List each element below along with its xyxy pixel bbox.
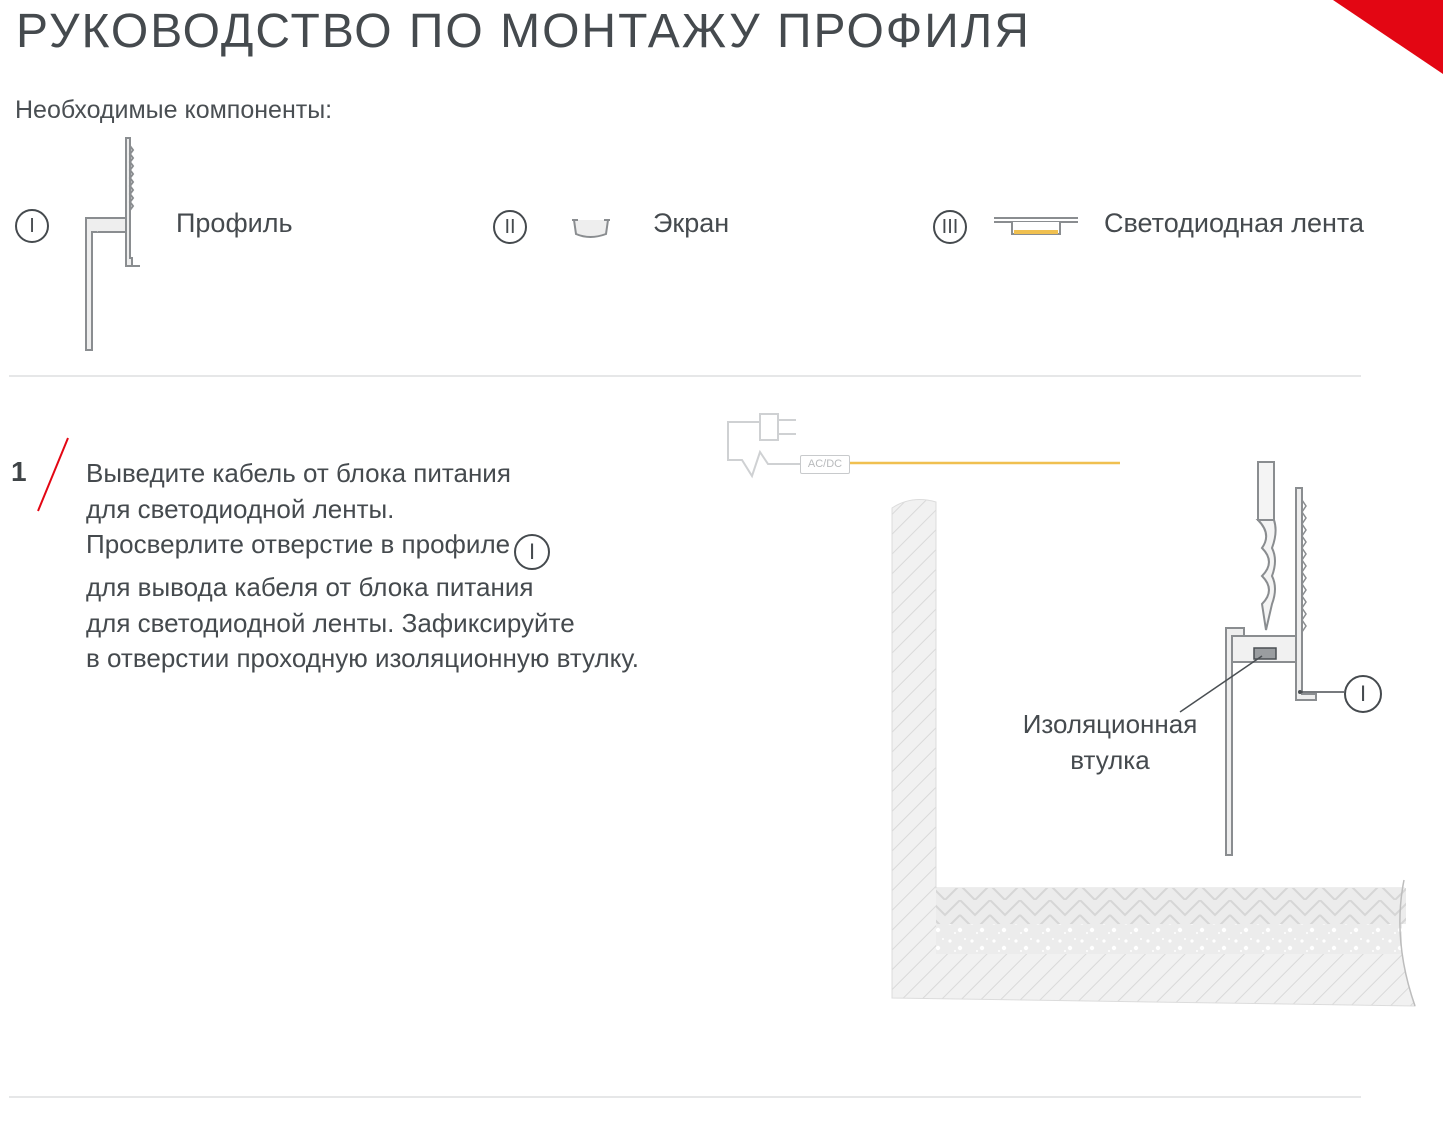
step-line: Просверлите отверстие в профиле I xyxy=(86,527,639,570)
step-number: 1 xyxy=(11,456,27,487)
floor-screed-layer xyxy=(936,924,1402,954)
components-heading: Необходимые компоненты: xyxy=(15,96,333,124)
power-supply-label: AC/DC xyxy=(800,455,850,474)
section-divider xyxy=(9,375,1361,377)
component-2-badge: II xyxy=(493,210,527,244)
component-2-label: Экран xyxy=(653,208,730,238)
step-line: в отверстии проходную изоляционную втулк… xyxy=(86,643,639,673)
floor-tile-layer xyxy=(936,888,1406,924)
component-1-badge: I xyxy=(15,209,49,243)
profile-ref-badge: I xyxy=(1344,675,1382,713)
component-3-badge: III xyxy=(933,210,967,244)
step-instructions: Выведите кабель от блока питания для све… xyxy=(86,456,639,677)
profile-section xyxy=(1225,487,1317,856)
component-1-label: Профиль xyxy=(176,208,293,238)
corner-accent xyxy=(1333,0,1443,74)
step-line: для вывода кабеля от блока питания xyxy=(86,572,534,602)
component-3-label: Светодиодная лента xyxy=(1104,208,1364,238)
power-plug-icon xyxy=(727,413,800,479)
insulation-sleeve-label: Изоляционная втулка xyxy=(1022,709,1198,775)
insulation-sleeve xyxy=(1253,647,1277,660)
step-line: для светодиодной ленты. xyxy=(86,493,395,524)
inline-profile-ref: I xyxy=(514,534,551,570)
section-divider-bottom xyxy=(9,1096,1361,1098)
step-line: Выведите кабель от блока питания xyxy=(86,458,511,488)
page-title: РУКОВОДСТВО ПО МОНТАЖУ ПРОФИЛЯ xyxy=(16,5,1031,58)
step-line: для светодиодной ленты. Зафиксируйте xyxy=(86,607,575,638)
drill-bit-icon xyxy=(1255,461,1277,631)
